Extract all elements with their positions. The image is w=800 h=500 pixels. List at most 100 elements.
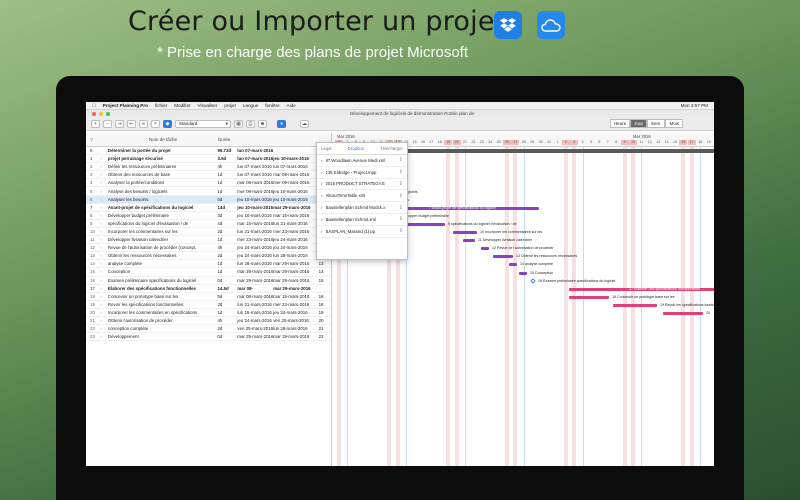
import-file-item[interactable]: ▫ 87 Woodlawn Avenue Medi.xml ⇩ bbox=[317, 155, 407, 167]
view-month[interactable]: Mois bbox=[665, 119, 683, 128]
table-row[interactable]: 0 Déterminer la portée du projet 95.73d lun… bbox=[86, 147, 331, 156]
table-row[interactable]: 5 ▫ Analyse des besoins / logiciels 1d mer 0… bbox=[86, 187, 331, 196]
filter-icon[interactable]: ▽ bbox=[86, 137, 100, 143]
row-task-name[interactable]: Développement bbox=[108, 334, 217, 339]
task-bar[interactable] bbox=[519, 271, 527, 275]
menu-item-visualiser[interactable]: Visualiser bbox=[198, 103, 218, 108]
outdent-icon[interactable]: ⇤ bbox=[127, 119, 136, 128]
row-task-name[interactable]: Concevoir un prototype basé sur les bbox=[108, 294, 217, 299]
task-bar[interactable] bbox=[481, 247, 489, 251]
download-icon[interactable]: ⇩ bbox=[399, 193, 403, 199]
row-task-name[interactable]: Développer budget préliminaire bbox=[108, 213, 218, 218]
row-task-name[interactable]: Analyse des besoins / logiciels bbox=[108, 189, 217, 194]
table-row[interactable]: 17 ▫ Élaborer des spécifications fonctionn… bbox=[86, 285, 331, 293]
view-week[interactable]: Sem. bbox=[646, 119, 666, 128]
table-row[interactable]: 20 ▫ Incorporer les commentaires en spécif… bbox=[86, 309, 331, 317]
resource-icon[interactable]: ☻ bbox=[258, 119, 267, 128]
row-task-name[interactable]: projet perrainage sécurisé bbox=[108, 156, 218, 161]
apple-icon[interactable]:  bbox=[92, 103, 96, 109]
table-row[interactable]: 4 ▫ Analyser la portée/conditions 1d mar 08-… bbox=[86, 179, 331, 188]
table-row[interactable]: 3 ▫ Obtenir des ressources de base 1d lun 07… bbox=[86, 171, 331, 180]
cloud-toolbar-icon[interactable]: ☁ bbox=[300, 119, 309, 128]
row-task-name[interactable]: Analyser la portée/conditions bbox=[108, 180, 217, 185]
menu-item-fichier[interactable]: fichier bbox=[155, 103, 167, 108]
download-icon[interactable]: ⇩ bbox=[399, 205, 403, 211]
indent-icon[interactable]: ⇥ bbox=[115, 119, 124, 128]
row-task-name[interactable]: spécifications du logiciel d'évaluation … bbox=[108, 221, 217, 226]
table-row[interactable]: 2 ▫ Définir les ressources préliminaires 4h… bbox=[86, 163, 331, 172]
style-select[interactable]: Standard ▾ bbox=[175, 119, 231, 128]
row-task-name[interactable]: Incorporer les commentaires sur les bbox=[108, 229, 218, 234]
row-task-name[interactable]: Définir les ressources préliminaires bbox=[108, 164, 218, 169]
import-file-item[interactable]: ▫ BASPLAN_Massed (1).pp ⇩ bbox=[317, 226, 407, 238]
table-row[interactable]: 11 ▫ Développer livraison calendrier 1d mer … bbox=[86, 236, 331, 245]
delete-task-icon[interactable]: − bbox=[103, 119, 112, 128]
table-row[interactable]: 10 ▫ Incorporer les commentaires sur les 2d… bbox=[86, 228, 331, 237]
row-task-name[interactable]: Incorporer les commentaires en spécifica… bbox=[108, 310, 218, 315]
table-row[interactable]: 23 ▫ Développement 0d mar 29-mars-2016 mar 29… bbox=[86, 333, 331, 342]
milestone-marker[interactable] bbox=[530, 277, 536, 284]
import-file-item[interactable]: ▫ 135 Eldridge - Project.mpp ⇩ bbox=[317, 167, 407, 179]
table-row[interactable]: 1 ▫ projet perrainage sécurisé 3.5d lun 07-m… bbox=[86, 155, 331, 164]
task-bar[interactable] bbox=[613, 303, 657, 307]
menu-app-name[interactable]: Project Planning Pro bbox=[103, 103, 148, 108]
row-task-name[interactable]: conception complète bbox=[108, 326, 218, 331]
table-row[interactable]: 18 ▫ Concevoir un prototype basé sur les 5d… bbox=[86, 293, 331, 301]
task-bar[interactable] bbox=[569, 295, 609, 299]
table-row[interactable]: 7 ▫ Avant-projet de spécifications du logi… bbox=[86, 204, 331, 212]
zoom-window-icon[interactable] bbox=[106, 111, 110, 116]
popup-tab-dropbox[interactable]: Dropbox bbox=[348, 146, 364, 151]
col-name-header[interactable]: Nom de tâche bbox=[108, 137, 218, 142]
download-icon[interactable]: ⇩ bbox=[399, 169, 403, 175]
row-task-name[interactable]: Revoir les spécifications fonctionnelles… bbox=[108, 302, 218, 307]
close-window-icon[interactable] bbox=[92, 111, 96, 116]
import-file-item[interactable]: ▫ 2015 PRODUCT STRATEGY.E ⇩ bbox=[317, 179, 407, 191]
view-day[interactable]: Jour bbox=[630, 119, 647, 128]
table-row[interactable]: 14 ▫ analyse complète 1d lun 28-mars-2016 mar… bbox=[86, 260, 331, 269]
table-row[interactable]: 12 ▫ Revue de l'autorisation de procéder (… bbox=[86, 244, 331, 253]
dropbox-toolbar-icon[interactable]: ♦ bbox=[277, 119, 286, 128]
task-bar[interactable] bbox=[453, 231, 477, 234]
task-bar[interactable] bbox=[463, 239, 475, 243]
import-file-item[interactable]: ▫ AltonaTimeTable.xml ⇩ bbox=[317, 190, 407, 203]
row-task-name[interactable]: Revue de l'autorisation de procéder (con… bbox=[108, 245, 218, 250]
row-task-name[interactable]: Obtenir l'autorisation de procéder bbox=[108, 318, 218, 323]
table-row[interactable]: 22 ▫ conception complète 2d ven 25-mars-2016… bbox=[86, 325, 331, 334]
menu-item-fenetre[interactable]: fenêtre bbox=[265, 103, 279, 108]
table-row[interactable]: 15 ▫ Conception 1d mar 29-mars-2016 mar 29-ma… bbox=[86, 268, 331, 277]
print-icon[interactable]: ⎙ bbox=[246, 119, 255, 128]
popup-tab-local[interactable]: Légal bbox=[321, 146, 332, 151]
style-icon[interactable]: ◆ bbox=[163, 119, 172, 128]
popup-tab-download[interactable]: Télécharger bbox=[380, 146, 403, 151]
table-row[interactable]: 13 ▫ Obtenir les ressources nécessaires 2d j… bbox=[86, 252, 331, 261]
link-icon[interactable]: ∞ bbox=[139, 119, 148, 128]
menu-item-langue[interactable]: Langue bbox=[243, 103, 258, 108]
row-task-name[interactable]: analyse complète bbox=[108, 261, 218, 266]
table-row[interactable]: 6 ▫ Analyser les besoins. 0d jeu 10-mars-201… bbox=[86, 195, 331, 204]
menu-item-modifier[interactable]: Modifier bbox=[174, 103, 190, 108]
calendar-icon[interactable]: ▦ bbox=[234, 119, 243, 128]
download-icon[interactable]: ⇩ bbox=[399, 216, 403, 222]
task-bar[interactable] bbox=[405, 222, 445, 226]
row-task-name[interactable]: Développer livraison calendrier bbox=[108, 237, 217, 242]
view-hour[interactable]: Heure bbox=[609, 119, 631, 128]
row-task-name[interactable]: Déterminer la portée du projet bbox=[108, 148, 218, 153]
row-task-name[interactable]: Examen préliminaire spécifications du lo… bbox=[108, 278, 217, 283]
table-row[interactable]: 19 ▫ Revoir les spécifications fonctionnel… bbox=[86, 301, 331, 309]
row-task-name[interactable]: Obtenir des ressources de base bbox=[108, 172, 218, 177]
add-task-icon[interactable]: + bbox=[91, 119, 100, 128]
row-task-name[interactable]: Conception bbox=[108, 269, 217, 274]
row-task-name[interactable]: Avant-projet de spécifications du logici… bbox=[108, 205, 218, 210]
task-bar[interactable] bbox=[493, 255, 513, 259]
import-file-item[interactable]: ▫ Baustellenplan Schmit.xml ⇩ bbox=[317, 214, 407, 226]
table-row[interactable]: 16 ▫ Examen préliminaire spécifications du… bbox=[86, 277, 331, 285]
menu-item-aide[interactable]: Aide bbox=[287, 103, 296, 108]
download-icon[interactable]: ⇩ bbox=[399, 181, 403, 187]
minimize-window-icon[interactable] bbox=[99, 111, 103, 116]
unlink-icon[interactable]: × bbox=[151, 119, 160, 128]
col-duration-header[interactable]: Durée bbox=[218, 137, 238, 142]
import-file-item[interactable]: ▫ Baustellenplan Schmit Modck.x ⇩ bbox=[317, 202, 407, 214]
table-row[interactable]: 21 ▫ Obtenir l'autorisation de procéder 4h j… bbox=[86, 317, 331, 326]
download-icon[interactable]: ⇩ bbox=[399, 228, 403, 234]
task-bar[interactable] bbox=[509, 263, 517, 267]
